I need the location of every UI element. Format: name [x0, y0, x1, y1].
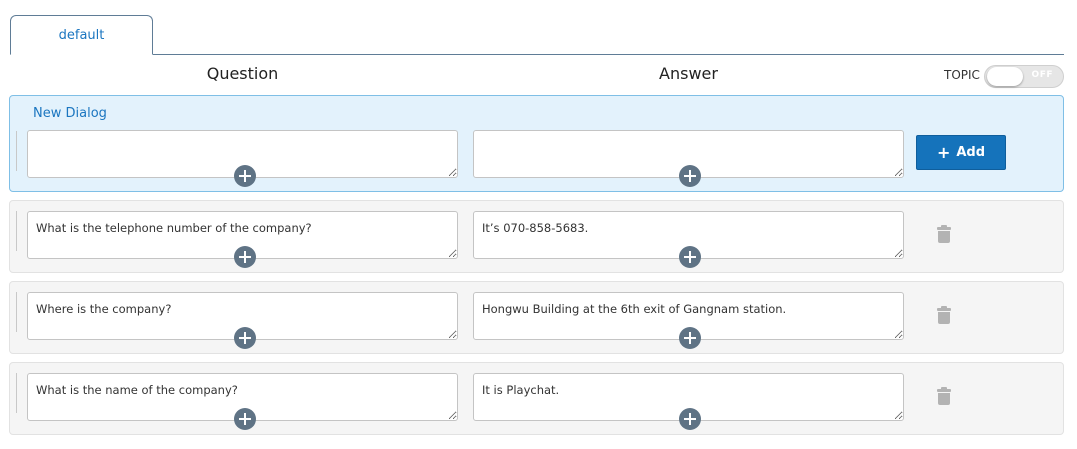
add-answer-variant-icon[interactable]: [679, 246, 701, 268]
topic-label: TOPIC: [944, 68, 980, 82]
add-answer-variant-icon[interactable]: [679, 327, 701, 349]
trash-icon[interactable]: [937, 225, 951, 243]
add-question-variant-icon[interactable]: [234, 327, 256, 349]
drag-handle[interactable]: [16, 373, 17, 413]
add-button[interactable]: + Add: [916, 135, 1006, 170]
new-dialog-panel: New Dialog + Add: [9, 95, 1064, 192]
drag-handle: [16, 131, 17, 171]
add-button-label: Add: [956, 145, 986, 160]
plus-icon: +: [936, 143, 951, 162]
drag-handle[interactable]: [16, 211, 17, 251]
drag-handle[interactable]: [16, 292, 17, 332]
tab-default[interactable]: default: [10, 15, 153, 55]
add-question-variant-icon[interactable]: [234, 165, 256, 187]
dialog-row: [9, 281, 1064, 354]
question-column-header: Question: [206, 64, 279, 83]
tab-bar: default: [10, 15, 1064, 55]
dialog-row: [9, 362, 1064, 435]
answer-column-header: Answer: [659, 64, 718, 83]
new-dialog-title: New Dialog: [33, 106, 107, 121]
dialog-row: [9, 200, 1064, 273]
add-question-variant-icon[interactable]: [234, 246, 256, 268]
topic-toggle[interactable]: OFF: [984, 65, 1064, 88]
trash-icon[interactable]: [937, 306, 951, 324]
add-answer-variant-icon[interactable]: [679, 408, 701, 430]
toggle-state-text: OFF: [1031, 70, 1053, 80]
add-question-variant-icon[interactable]: [234, 408, 256, 430]
trash-icon[interactable]: [937, 387, 951, 405]
toggle-knob: [987, 67, 1023, 86]
add-answer-variant-icon[interactable]: [679, 165, 701, 187]
